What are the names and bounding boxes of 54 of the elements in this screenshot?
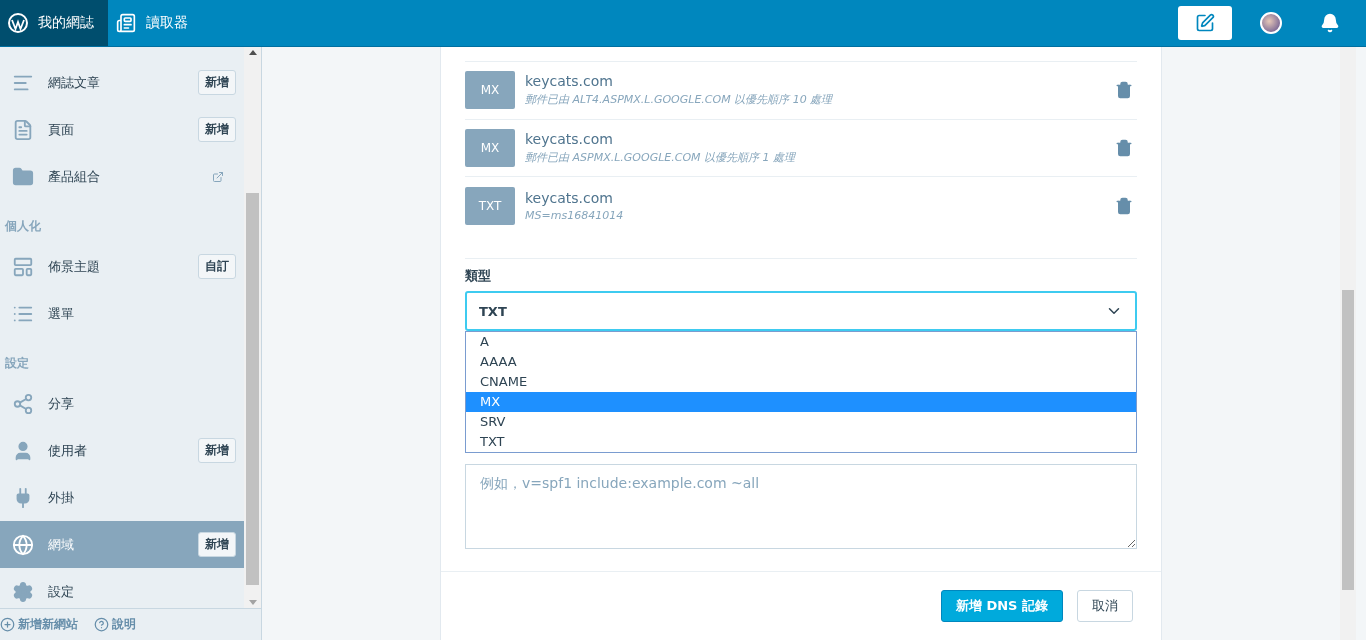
record-name: keycats.com [525, 73, 614, 90]
trash-icon[interactable] [1115, 139, 1133, 157]
add-button[interactable]: 新增 [198, 532, 236, 557]
help-icon [94, 617, 109, 632]
sidebar-item[interactable]: 外掛 [0, 474, 244, 521]
record-detail: MS=ms16841014 [525, 208, 625, 222]
record-name: keycats.com [525, 131, 614, 147]
scroll-down-icon[interactable] [248, 600, 257, 605]
sidebar-item[interactable]: 使用者 新增 [0, 427, 244, 474]
record-detail: 郵件已由 ASPMX.L.GOOGLE.COM 以優先順序 1 處理 [525, 150, 797, 165]
cancel-button[interactable]: 取消 [1077, 590, 1133, 622]
record-type-badge: MX [465, 71, 515, 110]
trash-icon[interactable] [1115, 81, 1133, 100]
section-heading: 個人化 [4, 218, 42, 235]
folder-icon [12, 165, 34, 188]
plus-icon [0, 617, 15, 632]
sidebar-item[interactable]: 佈景主題 自訂 [0, 243, 244, 290]
share-icon [12, 392, 34, 415]
page-scrollbar[interactable] [1340, 47, 1356, 640]
add-button[interactable]: 新增 [198, 70, 236, 95]
sidebar-item[interactable]: 網誌文章 新增 [0, 59, 244, 106]
sidebar-item[interactable]: 分享 [0, 380, 244, 427]
record-detail: 郵件已由 ALT4.ASPMX.L.GOOGLE.COM 以優先順序 10 處理 [525, 92, 834, 108]
record-type-badge: MX [465, 129, 515, 167]
type-select[interactable]: TXT [465, 291, 1137, 331]
globe-icon [12, 533, 34, 556]
layout-icon [12, 255, 34, 278]
my-site-tab[interactable]: 我的網誌 [0, 0, 108, 46]
external-link-icon [212, 170, 224, 183]
trash-icon[interactable] [1115, 196, 1133, 215]
settings-icon [12, 580, 34, 603]
edit-icon [1195, 13, 1215, 33]
record-name: keycats.com [525, 189, 614, 206]
reader-tab[interactable]: 讀取器 [108, 0, 202, 46]
page-icon [12, 118, 34, 141]
text-field[interactable]: 例如，v=spf1 include:example.com ~all [465, 464, 1137, 549]
add-button[interactable]: 新增 [198, 117, 236, 142]
write-button[interactable] [1178, 6, 1232, 40]
notifications-icon[interactable] [1320, 13, 1340, 33]
add-button[interactable]: 自訂 [198, 254, 236, 279]
add-button[interactable]: 新增 [198, 438, 236, 463]
sidebar-item[interactable]: 產品組合 [0, 153, 244, 200]
field-label: 類型 [465, 258, 1137, 285]
logo-icon [8, 13, 28, 33]
section-heading: 設定 [4, 355, 30, 372]
avatar[interactable] [1260, 12, 1282, 34]
scroll-up-icon[interactable] [248, 50, 257, 55]
sidebar-item[interactable]: 網域 新增 [0, 521, 244, 568]
sidebar-item[interactable]: 選單 [0, 290, 244, 337]
sidebar-scrollbar[interactable] [244, 47, 261, 608]
newspaper-icon [116, 13, 136, 33]
sidebar-item[interactable]: 設定 [0, 568, 244, 615]
sidebar-item[interactable]: 頁面 新增 [0, 106, 244, 153]
record-type-badge: TXT [465, 186, 515, 225]
